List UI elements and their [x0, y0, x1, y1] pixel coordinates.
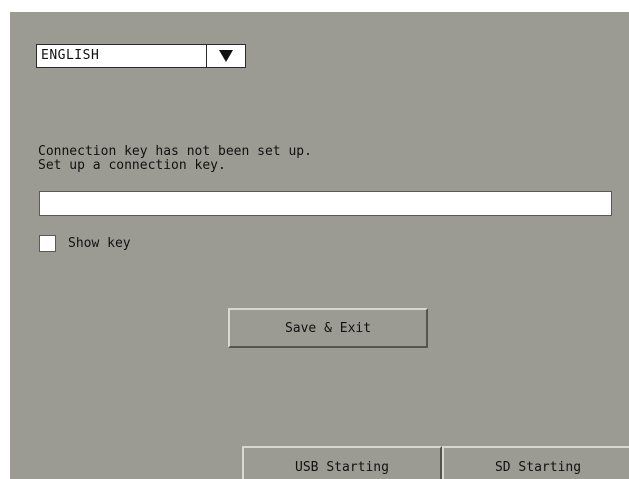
show-key-option[interactable]: Show key [39, 235, 131, 252]
show-key-label: Show key [68, 236, 131, 251]
triangle-down-icon [219, 50, 233, 62]
language-select-value[interactable]: ENGLISH [36, 44, 206, 68]
connection-key-input[interactable] [39, 191, 612, 216]
language-select[interactable]: ENGLISH [36, 44, 246, 68]
usb-starting-button[interactable]: USB Starting [242, 446, 442, 479]
connection-key-message: Connection key has not been set up. Set … [38, 145, 312, 173]
settings-screen: ENGLISH Connection key has not been set … [10, 12, 629, 479]
show-key-checkbox[interactable] [39, 235, 56, 252]
message-line-1: Connection key has not been set up. [38, 144, 312, 159]
save-exit-button[interactable]: Save & Exit [228, 308, 428, 348]
language-dropdown-button[interactable] [206, 44, 246, 68]
sd-starting-button[interactable]: SD Starting [442, 446, 629, 479]
message-line-2: Set up a connection key. [38, 158, 226, 173]
